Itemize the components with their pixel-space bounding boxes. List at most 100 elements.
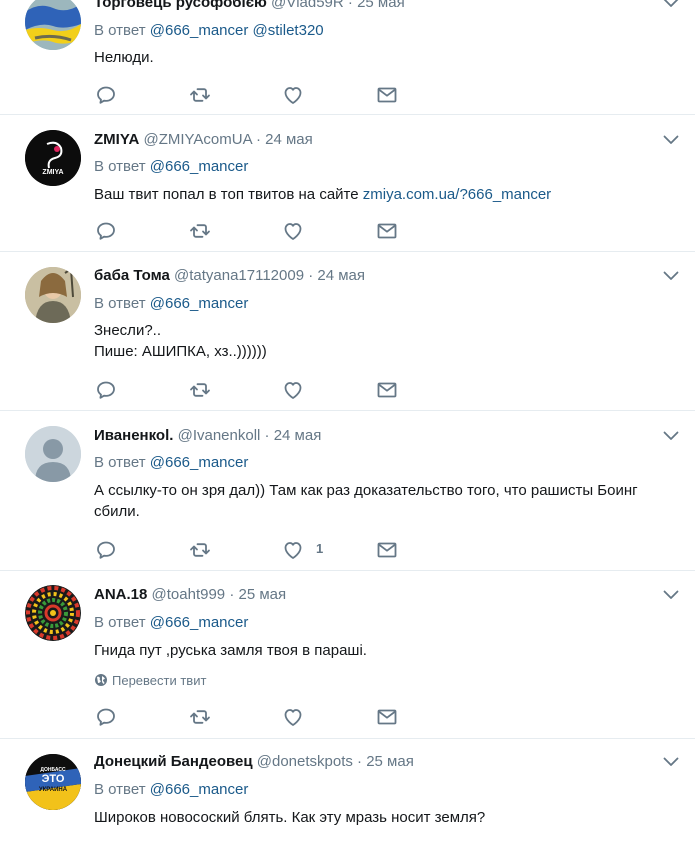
reply-prefix: В ответ xyxy=(94,158,146,175)
chevron-down-icon[interactable] xyxy=(662,131,680,149)
reply-icon[interactable] xyxy=(94,219,118,243)
tweet-link[interactable]: zmiya.com.ua/?666_mancer xyxy=(363,186,551,203)
display-name[interactable]: ZMIYA xyxy=(94,131,139,148)
tweet-text-line: Пише: АШИПКА, хз..)))))) xyxy=(94,343,267,360)
tweet-actions xyxy=(94,219,404,243)
reply-prefix: В ответ xyxy=(94,614,146,631)
tweet-text: Широков новосоский блять. Как эту мразь … xyxy=(94,809,486,826)
timestamp[interactable]: · 25 мая xyxy=(357,753,414,770)
retweet-icon[interactable] xyxy=(188,219,212,243)
handle[interactable]: @tatyana17112009 xyxy=(174,267,304,284)
handle[interactable]: @Vlad59R xyxy=(271,0,344,11)
avatar[interactable]: ZMIYA xyxy=(25,130,81,186)
tweet-actions xyxy=(94,705,404,729)
tweet-header: Иваненкоl. @Ivanenkoll · 24 мая xyxy=(94,427,321,445)
like-icon[interactable] xyxy=(281,538,305,562)
reply-mentions[interactable]: @666_mancer xyxy=(150,614,249,631)
avatar-label: ZMIYA xyxy=(42,169,64,176)
like-icon[interactable] xyxy=(281,378,305,402)
reply-mentions[interactable]: @666_mancer xyxy=(150,781,249,798)
timestamp[interactable]: · 24 мая xyxy=(265,427,322,444)
reply-icon[interactable] xyxy=(94,538,118,562)
tweet-text: Гнида пут ,руська замля твоя в параші. xyxy=(94,642,367,659)
reply-mentions[interactable]: @666_mancer xyxy=(150,158,249,175)
translate-label[interactable]: Перевести твит xyxy=(112,673,206,688)
retweet-icon[interactable] xyxy=(188,705,212,729)
display-name[interactable]: Донецкий Бандеовец xyxy=(94,753,253,770)
handle[interactable]: @toaht999 xyxy=(152,586,226,603)
tweet-text: А ссылку-то он зря дал)) Там как раз док… xyxy=(94,482,638,520)
chevron-down-icon[interactable] xyxy=(662,753,680,771)
avatar[interactable] xyxy=(25,267,81,323)
reply-to: В ответ @666_mancer xyxy=(94,158,248,176)
display-name[interactable]: баба Тома xyxy=(94,267,170,284)
reply-to: В ответ @666_mancer @stilet320 xyxy=(94,22,324,40)
retweet-icon[interactable] xyxy=(188,538,212,562)
tweet-text-line: Знесли?.. xyxy=(94,322,161,339)
tweet-text: Ваш твит попал в топ твитов на сайте zmi… xyxy=(94,184,684,205)
tweet[interactable]: Иваненкоl. @Ivanenkoll · 24 мая В ответ … xyxy=(0,411,695,571)
tweet[interactable]: ZMIYA ZMIYA @ZMIYAcomUA · 24 мая В ответ… xyxy=(0,115,695,252)
retweet-icon[interactable] xyxy=(188,378,212,402)
avatar[interactable] xyxy=(25,0,81,50)
display-name[interactable]: ANA.18 xyxy=(94,586,147,603)
tweet[interactable]: ДОНБАСС ЭТО УКРАИНА Донецкий Бандеовец @… xyxy=(0,739,695,845)
handle[interactable]: @donetskpots xyxy=(257,753,353,770)
display-name[interactable]: Иваненкоl. xyxy=(94,427,173,444)
timestamp[interactable]: · 24 мая xyxy=(256,131,313,148)
timestamp[interactable]: · 25 мая xyxy=(229,586,286,603)
reply-icon[interactable] xyxy=(94,705,118,729)
translate-link[interactable]: Перевести твит xyxy=(94,673,206,688)
avatar[interactable] xyxy=(25,585,81,641)
chevron-down-icon[interactable] xyxy=(662,427,680,445)
tweet[interactable]: ANA.18 @toaht999 · 25 мая В ответ @666_m… xyxy=(0,571,695,739)
avatar[interactable]: ДОНБАСС ЭТО УКРАИНА xyxy=(25,754,81,810)
tweet-header: баба Тома @tatyana17112009 · 24 мая xyxy=(94,267,365,285)
display-name[interactable]: Торговець русофобією xyxy=(94,0,267,11)
tweet-text-part: Ваш твит попал в топ твитов на сайте xyxy=(94,186,363,203)
reply-mentions[interactable]: @666_mancer xyxy=(150,295,249,312)
message-icon[interactable] xyxy=(375,538,399,562)
message-icon[interactable] xyxy=(375,378,399,402)
reply-icon[interactable] xyxy=(94,83,118,107)
tweet-header: ZMIYA @ZMIYAcomUA · 24 мая xyxy=(94,131,313,149)
reply-mentions[interactable]: @666_mancer xyxy=(150,454,249,471)
like-icon[interactable] xyxy=(281,219,305,243)
reply-prefix: В ответ xyxy=(94,781,146,798)
reply-icon[interactable] xyxy=(94,378,118,402)
retweet-icon[interactable] xyxy=(188,83,212,107)
tweet-header: ANA.18 @toaht999 · 25 мая xyxy=(94,586,286,604)
like-icon[interactable] xyxy=(281,83,305,107)
handle[interactable]: @Ivanenkoll xyxy=(178,427,261,444)
like-icon[interactable] xyxy=(281,705,305,729)
reply-to: В ответ @666_mancer xyxy=(94,295,248,313)
reply-prefix: В ответ xyxy=(94,22,146,39)
avatar-label: ЭТО xyxy=(41,773,65,785)
reply-prefix: В ответ xyxy=(94,295,146,312)
chevron-down-icon[interactable] xyxy=(662,0,680,12)
like-count[interactable]: 1 xyxy=(316,541,323,556)
globe-icon xyxy=(95,674,107,686)
tweet-header: Донецкий Бандеовец @donetskpots · 25 мая xyxy=(94,753,414,771)
avatar-label: УКРАИНА xyxy=(38,787,68,793)
message-icon[interactable] xyxy=(375,83,399,107)
tweet[interactable]: баба Тома @tatyana17112009 · 24 мая В от… xyxy=(0,252,695,411)
tweet-actions xyxy=(94,378,404,402)
chevron-down-icon[interactable] xyxy=(662,586,680,604)
tweet-text: Нелюди. xyxy=(94,49,154,66)
message-icon[interactable] xyxy=(375,219,399,243)
reply-to: В ответ @666_mancer xyxy=(94,454,248,472)
avatar[interactable] xyxy=(25,426,81,482)
reply-mentions[interactable]: @666_mancer @stilet320 xyxy=(150,22,324,39)
tweet[interactable]: Торговець русофобією @Vlad59R · 25 мая В… xyxy=(0,0,695,115)
reply-prefix: В ответ xyxy=(94,454,146,471)
tweet-actions: 1 xyxy=(94,538,404,562)
message-icon[interactable] xyxy=(375,705,399,729)
tweet-text: Знесли?.. Пише: АШИПКА, хз..)))))) xyxy=(94,320,684,362)
handle[interactable]: @ZMIYAcomUA xyxy=(143,131,251,148)
timestamp[interactable]: · 24 мая xyxy=(308,267,365,284)
reply-to: В ответ @666_mancer xyxy=(94,781,248,799)
timestamp[interactable]: · 25 мая xyxy=(348,0,405,11)
chevron-down-icon[interactable] xyxy=(662,267,680,285)
tweet-actions xyxy=(94,83,404,107)
